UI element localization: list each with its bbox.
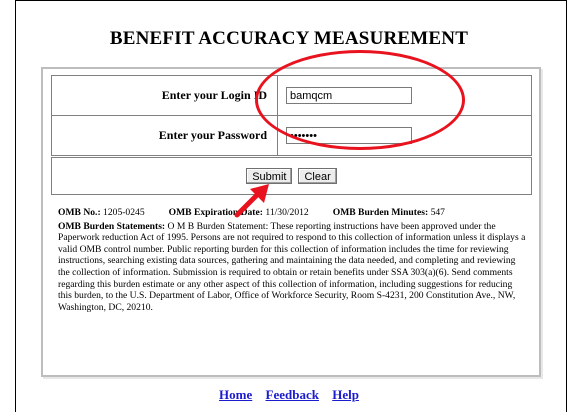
omb-number-label: OMB No.: (58, 207, 101, 218)
button-row: Submit Clear (51, 157, 532, 195)
submit-button[interactable]: Submit (246, 168, 293, 184)
omb-statement: OMB Burden Statements: O M B Burden Stat… (58, 221, 528, 314)
frame-top-border (15, 0, 567, 1)
omb-burden-minutes: OMB Burden Minutes: 547 (333, 207, 445, 219)
frame-left-border (15, 0, 16, 412)
page-title: BENEFIT ACCURACY MEASUREMENT (109, 28, 469, 49)
omb-info: OMB No.: 1205-0245 OMB Expiration Date: … (58, 207, 528, 313)
login-id-label: Enter your Login ID (51, 75, 278, 116)
feedback-link[interactable]: Feedback (266, 387, 319, 402)
password-label: Enter your Password (51, 115, 278, 156)
omb-statements-label: OMB Burden Statements: (58, 220, 166, 232)
frame-right-border (566, 0, 567, 412)
omb-burden-minutes-label: OMB Burden Minutes: (332, 207, 429, 218)
arrow-icon (234, 184, 269, 218)
highlight-ellipse (255, 50, 465, 150)
omb-statements-text: O M B Burden Statement: These reporting … (58, 220, 526, 313)
omb-summary-line: OMB No.: 1205-0245 OMB Expiration Date: … (58, 207, 528, 219)
clear-button[interactable]: Clear (298, 168, 337, 184)
home-link[interactable]: Home (219, 387, 252, 402)
omb-number-value: 1205-0245 (103, 207, 145, 218)
omb-burden-minutes-value: 547 (430, 207, 445, 218)
omb-expiration-value: 11/30/2012 (265, 207, 309, 218)
omb-number: OMB No.: 1205-0245 (58, 207, 145, 219)
help-link[interactable]: Help (332, 387, 359, 402)
footer-links: Home Feedback Help (0, 387, 578, 403)
